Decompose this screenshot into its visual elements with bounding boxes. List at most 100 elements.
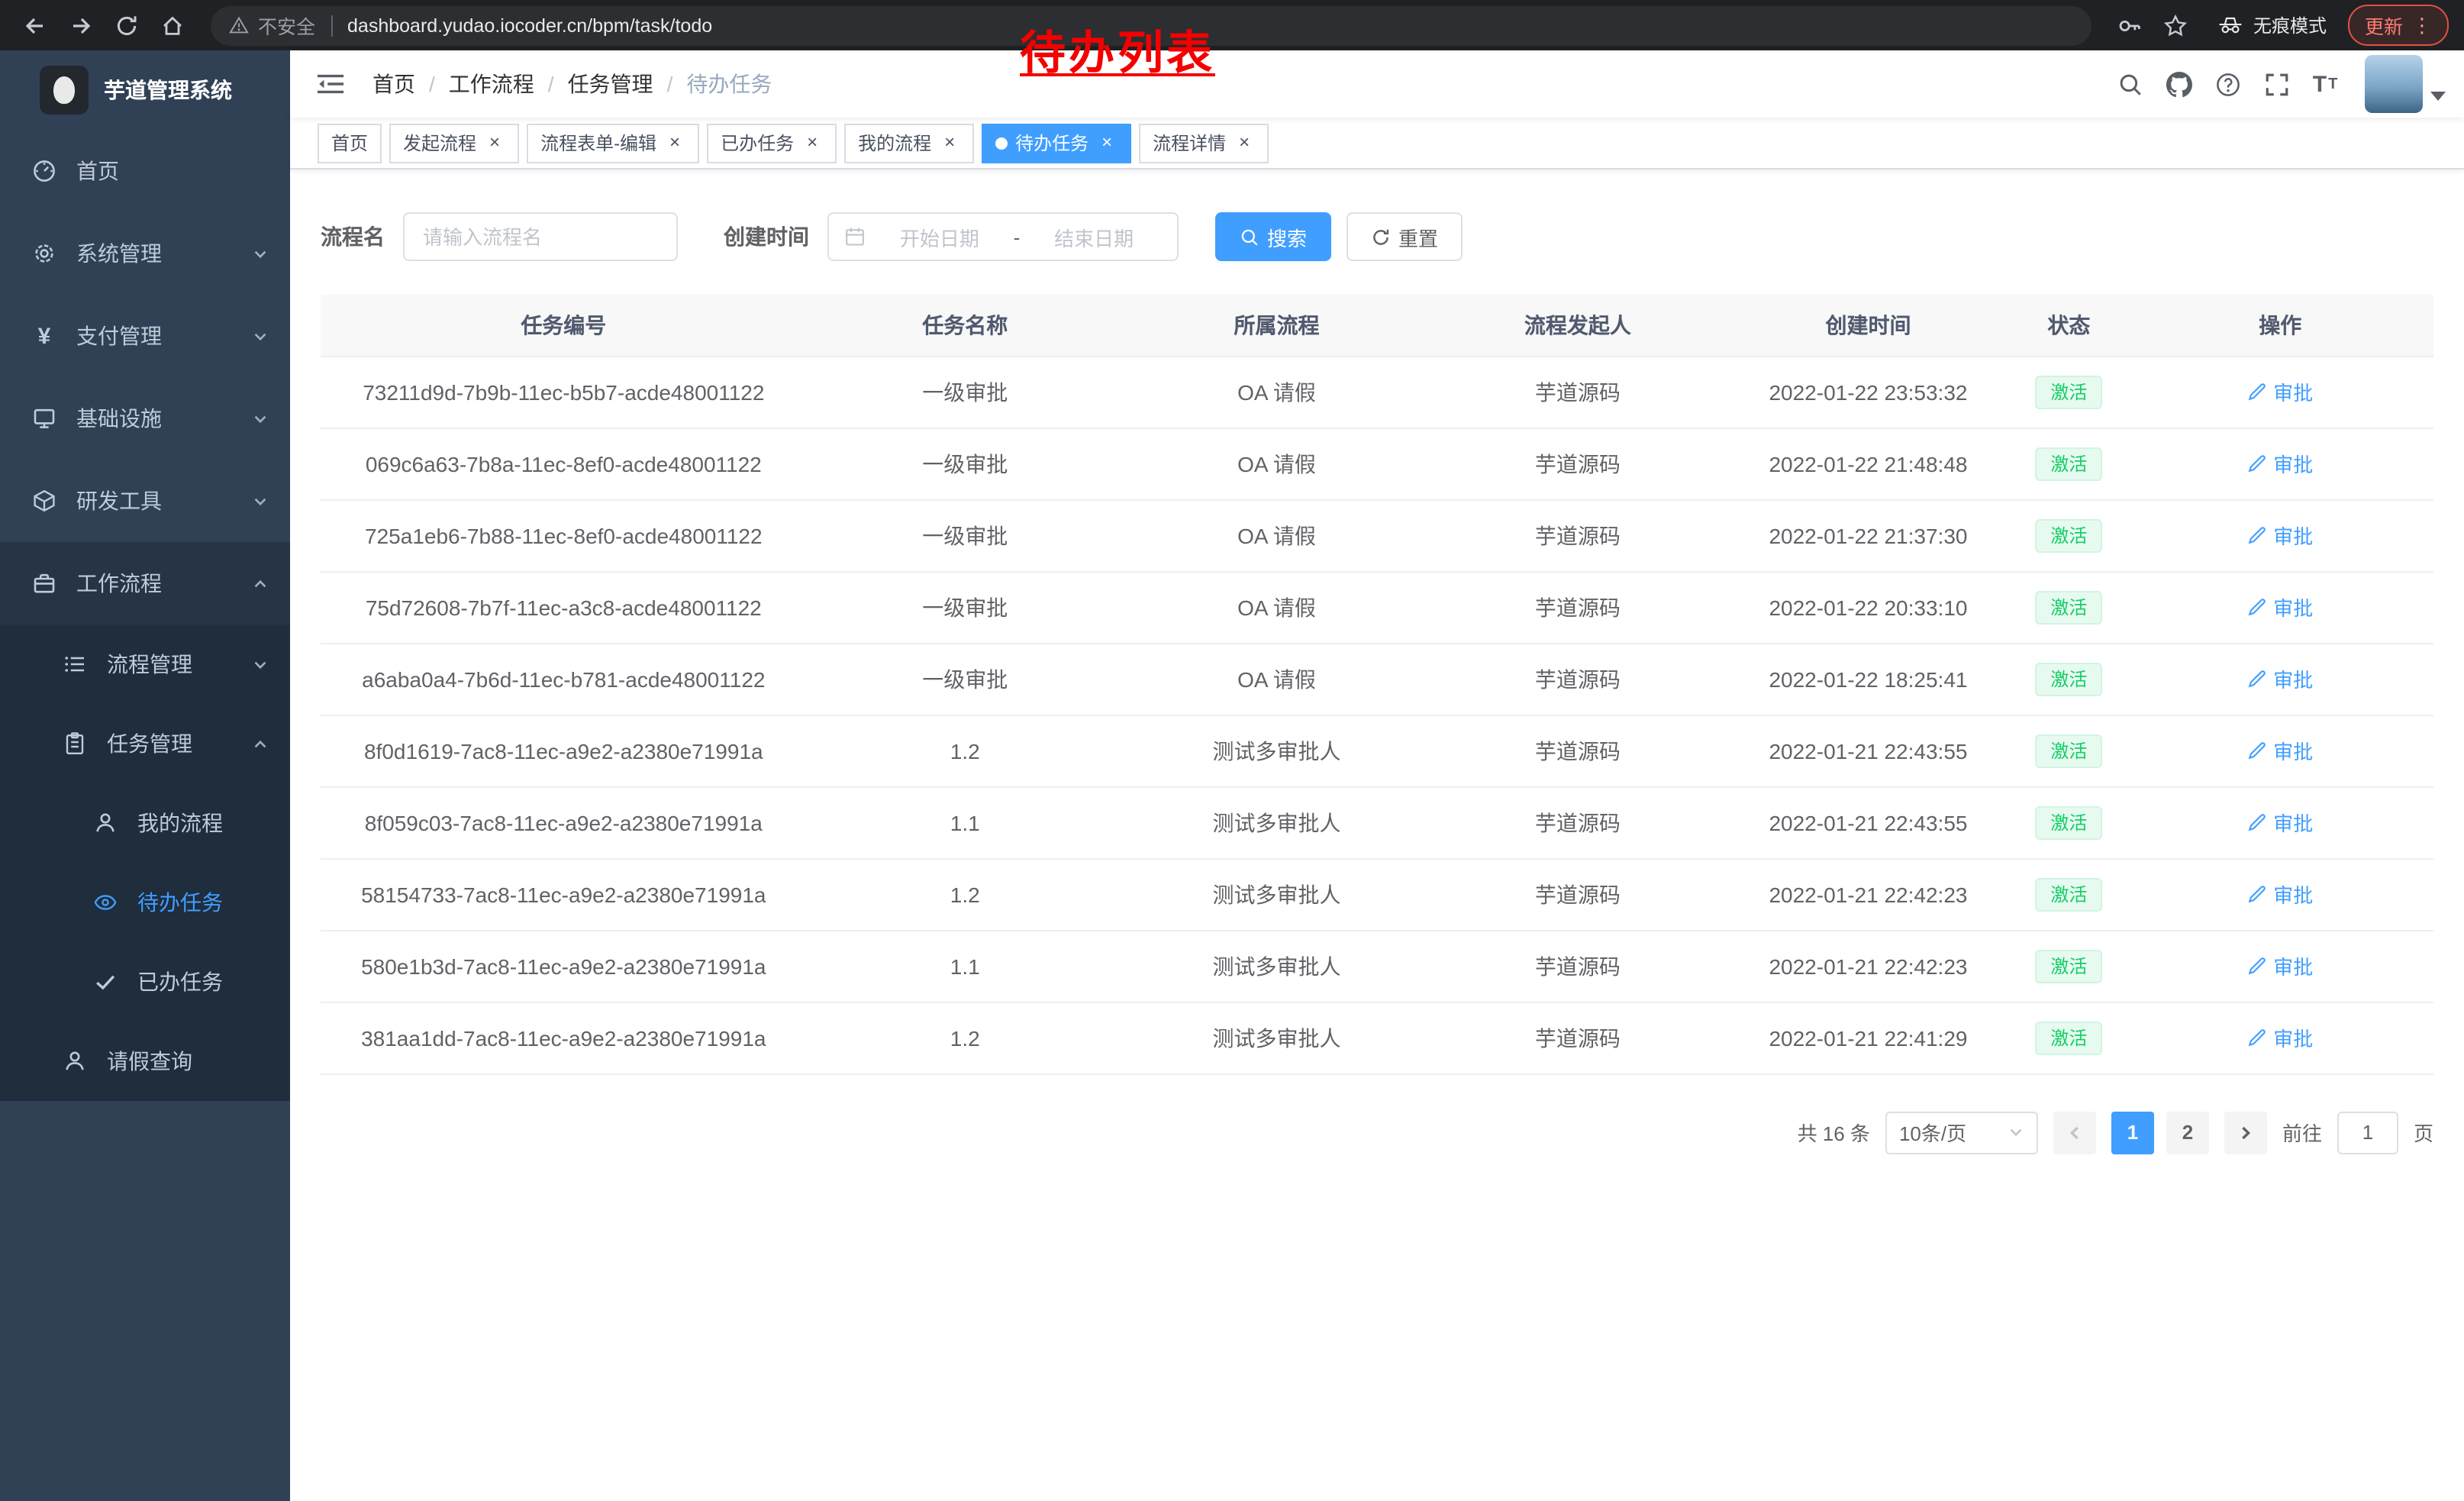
page-number-1[interactable]: 1 xyxy=(2111,1111,2154,1154)
approve-link[interactable]: 审批 xyxy=(2247,664,2313,693)
tab-close-icon[interactable]: × xyxy=(664,132,685,153)
cell-id: 069c6a63-7b8a-11ec-8ef0-acde48001122 xyxy=(321,428,807,499)
goto-page-input[interactable] xyxy=(2337,1111,2398,1154)
approve-link[interactable]: 审批 xyxy=(2247,521,2313,550)
approve-link[interactable]: 审批 xyxy=(2247,808,2313,837)
browser-menu-dots-icon[interactable]: ⋮ xyxy=(2412,13,2432,37)
sidebar-item-home[interactable]: 首页 xyxy=(0,130,290,212)
browser-back-icon[interactable] xyxy=(15,5,55,45)
sidebar-item-task-mgmt[interactable]: 任务管理 xyxy=(0,704,290,783)
tab-close-icon[interactable]: × xyxy=(484,132,505,153)
person-icon xyxy=(61,1047,89,1075)
tab-form-edit[interactable]: 流程表单-编辑× xyxy=(527,123,699,163)
approve-link[interactable]: 审批 xyxy=(2247,1023,2313,1052)
cell-process: 测试多审批人 xyxy=(1124,1002,1430,1073)
cell-name: 1.2 xyxy=(807,1002,1124,1073)
omnibox-divider xyxy=(331,15,332,36)
column-header: 创建时间 xyxy=(1726,295,2011,356)
cell-action: 审批 xyxy=(2127,1002,2433,1073)
browser-refresh-icon[interactable] xyxy=(107,5,147,45)
eye-icon xyxy=(92,889,119,916)
cell-status: 激活 xyxy=(2011,786,2127,858)
update-button[interactable]: 更新 ⋮ xyxy=(2348,5,2449,46)
sidebar-item-process-mgmt[interactable]: 流程管理 xyxy=(0,625,290,704)
app-logo: 芋道管理系统 xyxy=(0,50,290,130)
cell-id: a6aba0a4-7b6d-11ec-b781-acde48001122 xyxy=(321,643,807,715)
approve-link-label: 审批 xyxy=(2273,808,2313,837)
sidebar-item-todo-task[interactable]: 待办任务 xyxy=(0,863,290,942)
incognito-label: 无痕模式 xyxy=(2253,12,2327,38)
status-badge: 激活 xyxy=(2035,375,2102,408)
breadcrumb-item[interactable]: 工作流程 xyxy=(449,69,534,99)
app: 不安全 dashboard.yudao.iocoder.cn/bpm/task/… xyxy=(0,0,2464,1501)
reset-button[interactable]: 重置 xyxy=(1346,212,1463,261)
fullscreen-icon[interactable] xyxy=(2252,56,2301,111)
breadcrumb-item[interactable]: 首页 xyxy=(373,69,415,99)
browser-forward-icon[interactable] xyxy=(61,5,101,45)
sidebar-item-label: 我的流程 xyxy=(137,808,223,838)
search-icon[interactable] xyxy=(2105,56,2154,111)
date-range-separator: - xyxy=(1014,225,1021,248)
date-range-picker[interactable]: 开始日期 - 结束日期 xyxy=(827,212,1179,261)
prev-page-button[interactable] xyxy=(2053,1111,2096,1154)
tab-start-process[interactable]: 发起流程 × xyxy=(389,123,519,163)
status-badge: 激活 xyxy=(2035,805,2102,839)
approve-link[interactable]: 审批 xyxy=(2247,880,2313,909)
bookmark-star-icon[interactable] xyxy=(2156,5,2195,45)
sidebar-item-label: 系统管理 xyxy=(76,238,162,269)
sidebar-item-infrastructure[interactable]: 基础设施 xyxy=(0,377,290,460)
page-number-2[interactable]: 2 xyxy=(2166,1111,2209,1154)
tab-close-icon[interactable]: × xyxy=(939,132,960,153)
sidebar-item-done-task[interactable]: 已办任务 xyxy=(0,942,290,1022)
approve-link-label: 审批 xyxy=(2273,449,2313,478)
browser-nav-buttons xyxy=(15,5,192,45)
avatar-caret-icon[interactable] xyxy=(2430,92,2446,101)
status-badge: 激活 xyxy=(2035,518,2102,552)
cell-process: OA 请假 xyxy=(1124,428,1430,499)
password-key-icon[interactable] xyxy=(2110,5,2150,45)
breadcrumb-item[interactable]: 任务管理 xyxy=(568,69,653,99)
tab-process-detail[interactable]: 流程详情× xyxy=(1139,123,1269,163)
help-icon[interactable] xyxy=(2203,56,2252,111)
tab-home[interactable]: 首页 xyxy=(318,123,382,163)
tab-todo-task[interactable]: 待办任务× xyxy=(982,123,1131,163)
approve-link[interactable]: 审批 xyxy=(2247,449,2313,478)
font-size-icon[interactable]: TT xyxy=(2301,56,2350,111)
sidebar-item-workflow[interactable]: 工作流程 xyxy=(0,542,290,625)
avatar[interactable] xyxy=(2365,55,2423,113)
cell-process: OA 请假 xyxy=(1124,571,1430,643)
sidebar-item-system[interactable]: 系统管理 xyxy=(0,212,290,295)
sidebar-toggle-button[interactable] xyxy=(302,56,357,111)
next-page-button[interactable] xyxy=(2224,1111,2267,1154)
search-button[interactable]: 搜索 xyxy=(1215,212,1331,261)
tab-close-icon[interactable]: × xyxy=(1096,132,1118,153)
github-icon[interactable] xyxy=(2154,56,2203,111)
cell-name: 1.2 xyxy=(807,715,1124,786)
approve-link[interactable]: 审批 xyxy=(2247,377,2313,406)
approve-link[interactable]: 审批 xyxy=(2247,736,2313,765)
page-size-select[interactable]: 10条/页 xyxy=(1885,1111,2038,1154)
status-badge: 激活 xyxy=(2035,447,2102,480)
approve-link[interactable]: 审批 xyxy=(2247,951,2313,980)
sidebar-item-payment[interactable]: ¥支付管理 xyxy=(0,295,290,377)
address-bar[interactable]: 不安全 dashboard.yudao.iocoder.cn/bpm/task/… xyxy=(211,5,2091,45)
browser-home-icon[interactable] xyxy=(153,5,192,45)
cell-process: 测试多审批人 xyxy=(1124,715,1430,786)
cell-id: 580e1b3d-7ac8-11ec-a9e2-a2380e71991a xyxy=(321,930,807,1002)
process-name-input[interactable] xyxy=(403,212,678,261)
cell-id: 8f0d1619-7ac8-11ec-a9e2-a2380e71991a xyxy=(321,715,807,786)
tab-done-task[interactable]: 已办任务× xyxy=(707,123,837,163)
page-content: 流程名 创建时间 开始日期 - 结束日期 搜索 重 xyxy=(290,169,2464,1501)
sidebar-item-leave-query[interactable]: 请假查询 xyxy=(0,1022,290,1101)
cell-created: 2022-01-22 21:48:48 xyxy=(1726,428,2011,499)
sidebar-item-my-process[interactable]: 我的流程 xyxy=(0,783,290,863)
tab-my-process[interactable]: 我的流程× xyxy=(844,123,974,163)
cell-id: 75d72608-7b7f-11ec-a3c8-acde48001122 xyxy=(321,571,807,643)
sidebar-item-devtools[interactable]: 研发工具 xyxy=(0,460,290,542)
cell-action: 审批 xyxy=(2127,786,2433,858)
approve-link[interactable]: 审批 xyxy=(2247,592,2313,621)
tab-label: 发起流程 xyxy=(403,130,476,156)
tab-close-icon[interactable]: × xyxy=(801,132,823,153)
tab-close-icon[interactable]: × xyxy=(1234,132,1255,153)
cell-id: 8f059c03-7ac8-11ec-a9e2-a2380e71991a xyxy=(321,786,807,858)
